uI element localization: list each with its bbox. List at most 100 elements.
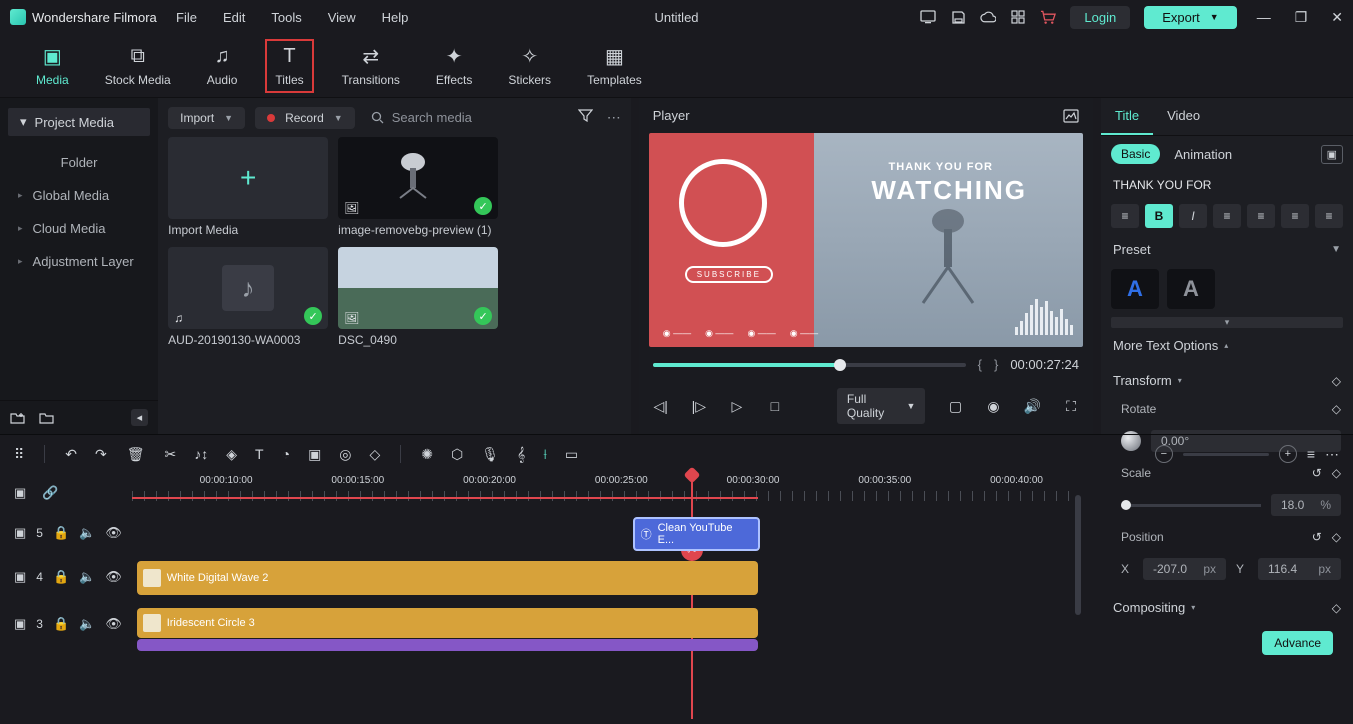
folder-icon[interactable] (39, 411, 54, 424)
marker-icon[interactable]: ◈ (226, 446, 237, 463)
save-preset-icon[interactable]: ▣ (1321, 145, 1343, 164)
more-text-options[interactable]: More Text Options▴ (1101, 328, 1353, 363)
new-folder-icon[interactable] (10, 411, 25, 424)
align-left-button[interactable]: ≡ (1213, 204, 1241, 228)
timeline-layout-icon[interactable]: ▣ (14, 485, 26, 501)
more-icon[interactable]: ⋯ (607, 109, 621, 126)
keyframe-tool-icon[interactable]: ◇ (370, 446, 381, 463)
tab-effects[interactable]: ✦ Effects (428, 41, 480, 91)
menu-edit[interactable]: Edit (223, 10, 245, 25)
export-button[interactable]: Export▼ (1144, 6, 1237, 29)
scrub-knob[interactable] (834, 359, 846, 371)
inspector-tab-video[interactable]: Video (1153, 98, 1214, 135)
clip-title[interactable]: Ⓣ Clean YouTube E... (633, 517, 760, 551)
snapshot-icon[interactable] (1063, 109, 1079, 123)
mixer-icon[interactable]: 𝄞 (517, 446, 525, 463)
timeline-settings-icon[interactable]: ⋯ (1325, 446, 1339, 463)
sidebar-project-media[interactable]: ▾Project Media (8, 108, 150, 136)
menu-tools[interactable]: Tools (271, 10, 301, 25)
keyframe-icon[interactable]: ◇ (1332, 374, 1341, 388)
preset-expand-bar[interactable]: ▾ (1111, 317, 1343, 328)
audio-detach-icon[interactable]: ♪↕ (194, 446, 208, 463)
stop-icon[interactable]: □ (767, 398, 783, 414)
auto-beat-sync-icon[interactable]: ⟊ (543, 446, 547, 463)
track-header-3[interactable]: ▣ 3 🔒 🔈 👁 (14, 616, 132, 632)
clip-video[interactable]: Iridescent Circle 3 (137, 608, 758, 638)
record-dropdown[interactable]: Record▼ (255, 107, 355, 129)
timeline-view-icon[interactable]: ≡ (1307, 446, 1315, 462)
mark-out-icon[interactable]: } (994, 357, 998, 372)
zoom-slider[interactable] (1183, 453, 1269, 456)
filter-icon[interactable] (578, 109, 593, 126)
align-right-button[interactable]: ≡ (1281, 204, 1309, 228)
media-thumb[interactable]: ♪ ♫ ✓ AUD-20190130-WA0003 (168, 247, 328, 347)
lock-icon[interactable]: 🔒 (53, 569, 69, 585)
cloud-icon[interactable] (980, 9, 996, 25)
import-media-tile[interactable]: + Import Media (168, 137, 328, 237)
visibility-icon[interactable]: 👁 (105, 569, 122, 585)
crop-icon[interactable]: ▣ (308, 446, 321, 463)
keyframe-icon[interactable]: ◇ (1332, 402, 1341, 416)
subtab-animation[interactable]: Animation (1174, 147, 1232, 162)
visibility-icon[interactable]: 👁 (105, 616, 122, 632)
lock-icon[interactable]: 🔒 (53, 525, 69, 541)
link-icon[interactable]: 🔗 (42, 485, 58, 501)
window-close-icon[interactable]: ✕ (1331, 9, 1343, 26)
tab-media[interactable]: ▣ Media (28, 41, 77, 91)
player-scrub[interactable] (653, 363, 966, 367)
fullscreen-icon[interactable]: ⛶ (1063, 398, 1079, 415)
tab-audio[interactable]: ♫ Audio (199, 41, 246, 91)
mute-icon[interactable]: 🔈 (79, 569, 95, 585)
tab-templates[interactable]: ▦ Templates (579, 41, 650, 91)
render-icon[interactable]: ✺ (421, 446, 433, 463)
line-spacing-icon[interactable]: ≡ (1111, 204, 1139, 228)
transform-section[interactable]: Transform▾◇ (1101, 363, 1353, 398)
aspect-icon[interactable]: ▭ (565, 446, 578, 463)
login-button[interactable]: Login (1070, 6, 1130, 29)
align-justify-button[interactable]: ≡ (1315, 204, 1343, 228)
preset-section[interactable]: Preset▼ (1101, 234, 1353, 265)
mute-icon[interactable]: 🔈 (79, 525, 95, 541)
track-header-4[interactable]: ▣ 4 🔒 🔈 👁 (14, 569, 132, 585)
window-minimize-icon[interactable]: — (1257, 9, 1271, 26)
align-center-button[interactable]: ≡ (1247, 204, 1275, 228)
timeline-vscroll[interactable] (1075, 495, 1081, 615)
play-icon[interactable]: ▷ (729, 398, 745, 415)
menu-file[interactable]: File (176, 10, 197, 25)
tab-titles[interactable]: T Titles (265, 39, 313, 93)
zoom-in-icon[interactable]: + (1279, 445, 1297, 463)
display-icon[interactable]: ▢ (947, 398, 963, 415)
split-icon[interactable]: ✂ (165, 446, 177, 463)
clip-audio[interactable] (137, 639, 758, 651)
window-maximize-icon[interactable]: ❐ (1295, 9, 1308, 26)
tab-transitions[interactable]: ⇄ Transitions (334, 41, 408, 91)
device-icon[interactable] (920, 9, 936, 25)
timeline-options-icon[interactable]: ⠿ (14, 446, 24, 463)
subtab-basic[interactable]: Basic (1111, 144, 1160, 164)
mask-icon[interactable]: ⬡ (451, 446, 463, 463)
preset-swatch[interactable]: A (1111, 269, 1159, 309)
clip-video[interactable]: White Digital Wave 2 (137, 561, 758, 595)
mute-icon[interactable]: 🔈 (79, 616, 95, 632)
color-icon[interactable]: ◎ (339, 446, 351, 463)
mark-in-icon[interactable]: { (978, 357, 982, 372)
track-header-5[interactable]: ▣ 5 🔒 🔈 👁 (14, 525, 132, 541)
sidebar-adjustment-layer[interactable]: ▸Adjustment Layer (0, 245, 158, 278)
menu-help[interactable]: Help (382, 10, 409, 25)
player-viewport[interactable]: SUBSCRIBE ◉ ——◉ ——◉ ——◉ —— THANK YOU FOR… (649, 133, 1083, 347)
delete-icon[interactable]: 🗑 (127, 446, 145, 463)
cart-icon[interactable] (1040, 9, 1056, 25)
redo-icon[interactable]: ↷ (95, 446, 107, 463)
italic-button[interactable]: I (1179, 204, 1207, 228)
menu-view[interactable]: View (328, 10, 356, 25)
text-tool-icon[interactable]: T (255, 446, 264, 463)
lock-icon[interactable]: 🔒 (53, 616, 69, 632)
sidebar-cloud-media[interactable]: ▸Cloud Media (0, 212, 158, 245)
sidebar-folder[interactable]: Folder (0, 146, 158, 179)
undo-icon[interactable]: ↶ (65, 446, 77, 463)
bold-button[interactable]: B (1145, 204, 1173, 228)
playback-quality-dropdown[interactable]: Full Quality▼ (837, 388, 926, 424)
preset-swatch[interactable]: A (1167, 269, 1215, 309)
apps-icon[interactable] (1010, 9, 1026, 25)
visibility-icon[interactable]: 👁 (105, 525, 122, 541)
